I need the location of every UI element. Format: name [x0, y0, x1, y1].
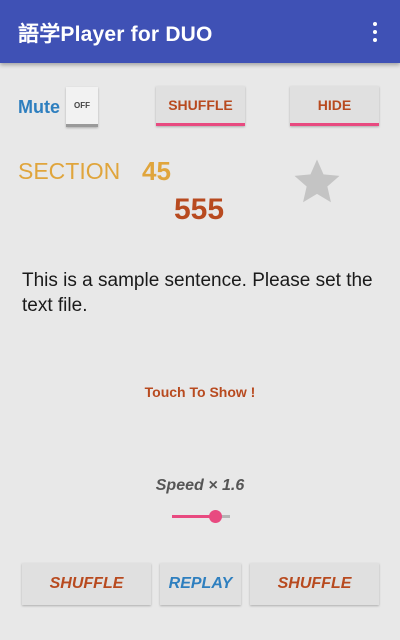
section-label: SECTION	[18, 158, 121, 184]
shuffle-button-top[interactable]: SHUFFLE	[156, 86, 245, 126]
speed-slider[interactable]	[170, 506, 232, 526]
hide-button[interactable]: HIDE	[290, 86, 379, 126]
replay-button[interactable]: REPLAY	[160, 563, 241, 605]
menu-dot	[373, 30, 377, 34]
shuffle-button-left[interactable]: SHUFFLE	[22, 563, 151, 605]
speed-label: Speed × 1.6	[155, 477, 245, 494]
mute-label: Mute	[18, 97, 60, 117]
menu-dot	[373, 22, 377, 26]
more-vert-icon[interactable]	[360, 16, 390, 48]
sentence-text: This is a sample sentence. Please set th…	[22, 270, 373, 316]
app-bar: 語学Player for DUO	[0, 0, 400, 63]
slider-thumb[interactable]	[209, 510, 222, 523]
sentence-number: 555	[174, 193, 225, 226]
touch-to-show-prompt[interactable]: Touch To Show !	[0, 384, 400, 400]
star-icon[interactable]	[290, 155, 344, 209]
mute-toggle-label: OFF	[74, 101, 90, 110]
shuffle-button-right[interactable]: SHUFFLE	[250, 563, 379, 605]
section-number: 45	[142, 156, 171, 186]
app-title: 語学Player for DUO	[18, 23, 213, 46]
mute-toggle[interactable]: OFF	[66, 87, 98, 127]
menu-dot	[373, 38, 377, 42]
